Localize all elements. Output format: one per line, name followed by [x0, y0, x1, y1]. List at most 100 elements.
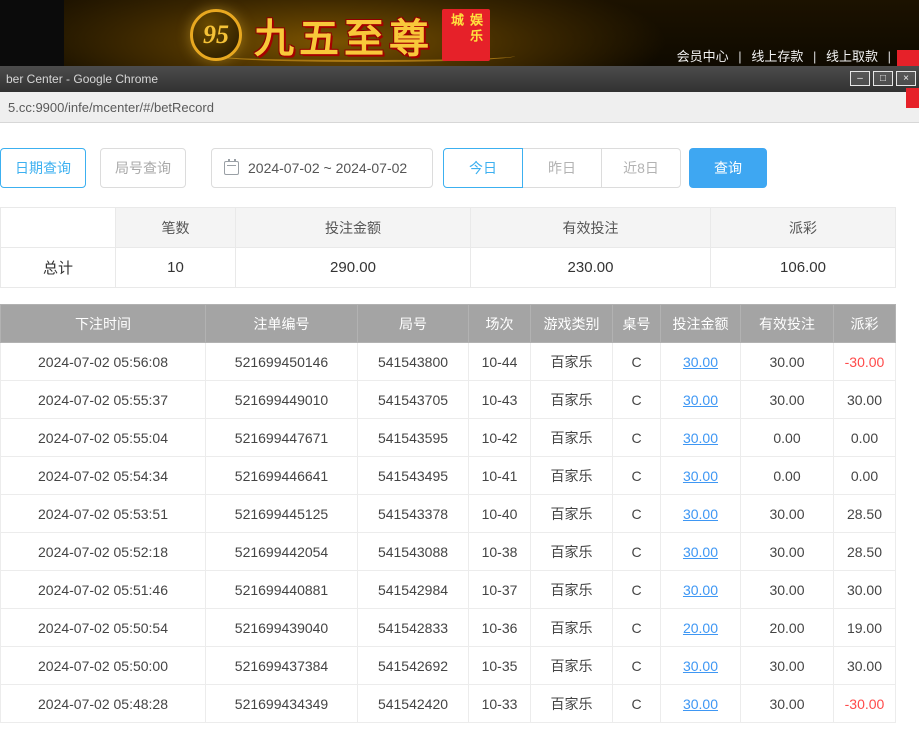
record-column-header: 局号 — [358, 305, 469, 343]
bet-amount-link[interactable]: 30.00 — [661, 571, 741, 609]
game-type-cell: 百家乐 — [531, 685, 613, 723]
date-range-input[interactable]: 2024-07-02 ~ 2024-07-02 — [211, 148, 433, 188]
logo-icon-text: 95 — [203, 20, 229, 50]
floating-badge-side[interactable] — [906, 88, 919, 108]
table-number-cell: C — [613, 685, 661, 723]
session-cell: 10-44 — [469, 343, 531, 381]
table-row: 2024-07-02 05:55:04 521699447671 5415435… — [1, 419, 896, 457]
round-number-cell: 541543800 — [358, 343, 469, 381]
order-number-cell: 521699442054 — [206, 533, 358, 571]
bet-time-cell: 2024-07-02 05:51:46 — [1, 571, 206, 609]
bet-amount-link[interactable]: 30.00 — [661, 533, 741, 571]
bet-amount-link[interactable]: 30.00 — [661, 685, 741, 723]
desktop-corner — [0, 0, 64, 66]
range-yesterday-button[interactable]: 昨日 — [522, 148, 602, 188]
game-type-cell: 百家乐 — [531, 381, 613, 419]
record-column-header: 下注时间 — [1, 305, 206, 343]
nav-member-center[interactable]: 会员中心 — [677, 49, 729, 64]
bet-amount-link[interactable]: 30.00 — [661, 647, 741, 685]
round-number-cell: 541543705 — [358, 381, 469, 419]
logo-badge: 娱乐城 — [442, 9, 490, 61]
order-number-cell: 521699450146 — [206, 343, 358, 381]
range-last8days-button[interactable]: 近8日 — [601, 148, 681, 188]
floating-badge-top[interactable] — [897, 50, 919, 66]
record-table-body: 2024-07-02 05:56:08 521699450146 5415438… — [1, 343, 896, 723]
summary-table: 笔数 投注金额 有效投注 派彩 总计 10 290.00 230.00 106.… — [0, 207, 896, 288]
session-cell: 10-35 — [469, 647, 531, 685]
bet-amount-link[interactable]: 30.00 — [661, 343, 741, 381]
range-today-button[interactable]: 今日 — [443, 148, 523, 188]
round-number-cell: 541542833 — [358, 609, 469, 647]
calendar-icon — [224, 161, 239, 175]
game-type-cell: 百家乐 — [531, 647, 613, 685]
table-row: 2024-07-02 05:50:54 521699439040 5415428… — [1, 609, 896, 647]
session-cell: 10-33 — [469, 685, 531, 723]
minimize-icon[interactable]: – — [850, 71, 870, 86]
game-type-cell: 百家乐 — [531, 343, 613, 381]
nav-online-deposit[interactable]: 线上存款 — [751, 49, 803, 64]
summary-total-label: 总计 — [1, 248, 116, 288]
date-query-tab[interactable]: 日期查询 — [0, 148, 86, 188]
bet-time-cell: 2024-07-02 05:50:54 — [1, 609, 206, 647]
date-range-value: 2024-07-02 ~ 2024-07-02 — [248, 160, 407, 176]
valid-bet-cell: 30.00 — [741, 647, 834, 685]
payout-cell: 30.00 — [834, 647, 896, 685]
order-number-cell: 521699434349 — [206, 685, 358, 723]
table-row: 2024-07-02 05:55:37 521699449010 5415437… — [1, 381, 896, 419]
bet-amount-link[interactable]: 20.00 — [661, 609, 741, 647]
table-number-cell: C — [613, 571, 661, 609]
session-cell: 10-36 — [469, 609, 531, 647]
nav-online-withdraw[interactable]: 线上取款 — [826, 49, 878, 64]
bet-amount-link[interactable]: 30.00 — [661, 381, 741, 419]
game-type-cell: 百家乐 — [531, 571, 613, 609]
bet-amount-link[interactable]: 30.00 — [661, 495, 741, 533]
table-row: 2024-07-02 05:51:46 521699440881 5415429… — [1, 571, 896, 609]
table-row: 2024-07-02 05:48:28 521699434349 5415424… — [1, 685, 896, 723]
session-cell: 10-43 — [469, 381, 531, 419]
bet-time-cell: 2024-07-02 05:54:34 — [1, 457, 206, 495]
order-number-cell: 521699440881 — [206, 571, 358, 609]
maximize-icon[interactable]: □ — [873, 71, 893, 86]
payout-cell: 0.00 — [834, 457, 896, 495]
table-number-cell: C — [613, 343, 661, 381]
bet-amount-link[interactable]: 30.00 — [661, 457, 741, 495]
bet-time-cell: 2024-07-02 05:52:18 — [1, 533, 206, 571]
record-column-header: 有效投注 — [741, 305, 834, 343]
bet-time-cell: 2024-07-02 05:55:04 — [1, 419, 206, 457]
bet-amount-link[interactable]: 30.00 — [661, 419, 741, 457]
table-number-cell: C — [613, 381, 661, 419]
summary-header-row: 笔数 投注金额 有效投注 派彩 — [1, 208, 896, 248]
summary-header-payout: 派彩 — [711, 208, 896, 248]
summary-header-valid: 有效投注 — [471, 208, 711, 248]
window-controls: – □ × — [850, 71, 916, 86]
close-icon[interactable]: × — [896, 71, 916, 86]
order-number-cell: 521699437384 — [206, 647, 358, 685]
round-number-cell: 541543378 — [358, 495, 469, 533]
summary-payout-value: 106.00 — [711, 248, 896, 288]
round-number-cell: 541542420 — [358, 685, 469, 723]
record-column-header: 桌号 — [613, 305, 661, 343]
round-number-cell: 541542692 — [358, 647, 469, 685]
summary-bet-value: 290.00 — [236, 248, 471, 288]
site-header: 95 九五至尊 娱乐城 会员中心 | 线上存款 | 线上取款 | — [0, 0, 919, 66]
bet-time-cell: 2024-07-02 05:56:08 — [1, 343, 206, 381]
valid-bet-cell: 20.00 — [741, 609, 834, 647]
table-number-cell: C — [613, 609, 661, 647]
valid-bet-cell: 30.00 — [741, 571, 834, 609]
search-button[interactable]: 查询 — [689, 148, 767, 188]
browser-titlebar[interactable]: ber Center - Google Chrome – □ × — [0, 66, 919, 92]
game-type-cell: 百家乐 — [531, 609, 613, 647]
window-title: ber Center - Google Chrome — [6, 72, 158, 86]
browser-address-bar[interactable]: 5.cc:9900/infe/mcenter/#/betRecord — [0, 92, 919, 123]
table-number-cell: C — [613, 533, 661, 571]
session-cell: 10-38 — [469, 533, 531, 571]
valid-bet-cell: 0.00 — [741, 457, 834, 495]
round-number-cell: 541542984 — [358, 571, 469, 609]
table-row: 2024-07-02 05:53:51 521699445125 5415433… — [1, 495, 896, 533]
round-query-tab[interactable]: 局号查询 — [100, 148, 186, 188]
order-number-cell: 521699446641 — [206, 457, 358, 495]
page-url: 5.cc:9900/infe/mcenter/#/betRecord — [8, 100, 214, 115]
order-number-cell: 521699439040 — [206, 609, 358, 647]
site-logo: 95 九五至尊 娱乐城 — [190, 6, 490, 64]
payout-cell: -30.00 — [834, 685, 896, 723]
